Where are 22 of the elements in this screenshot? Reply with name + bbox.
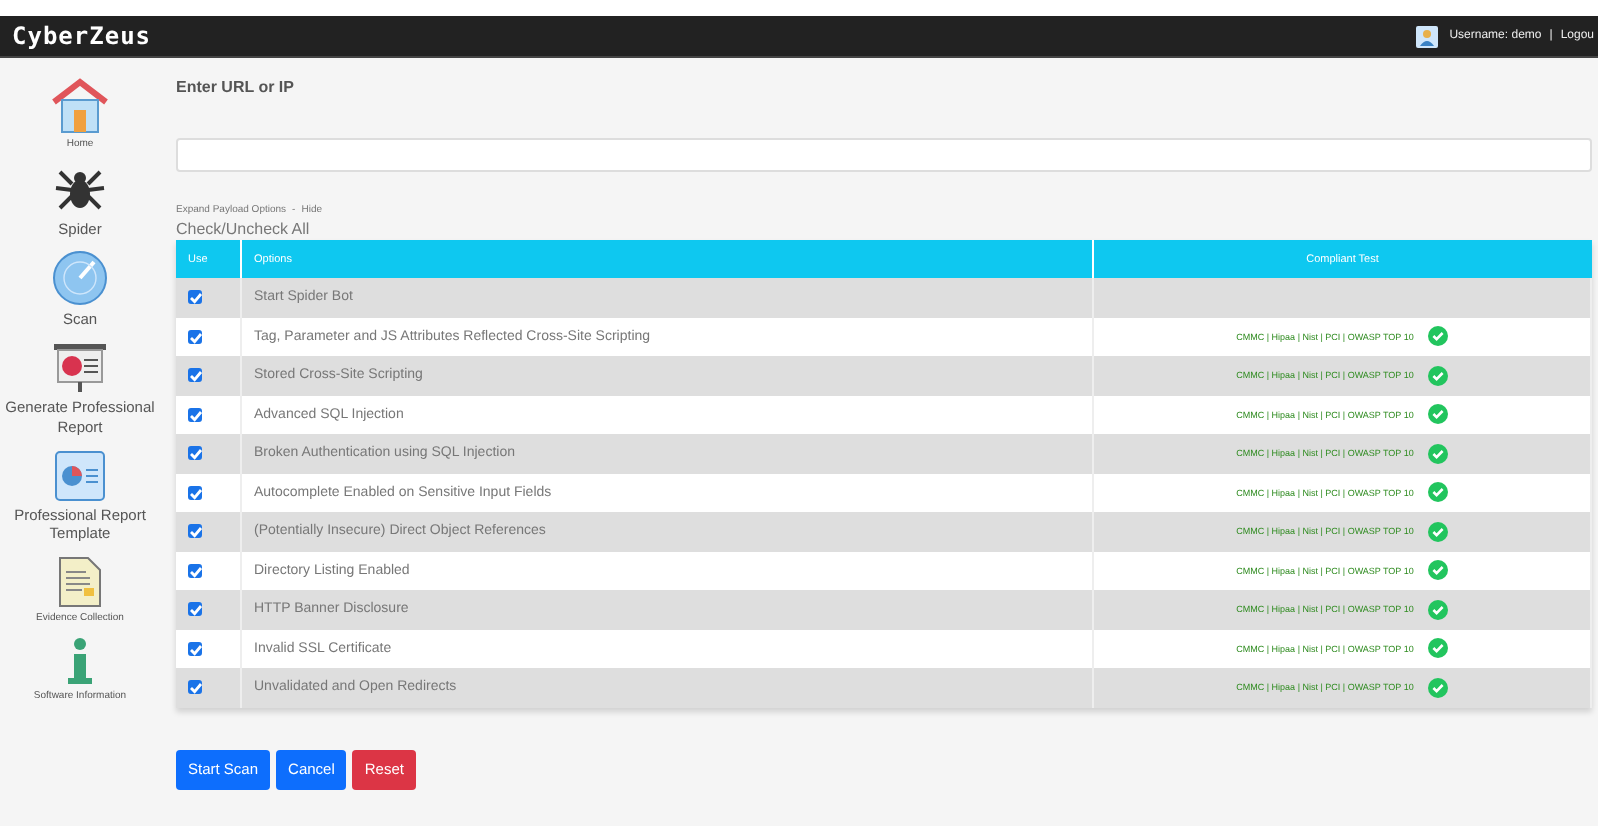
checkbox[interactable] bbox=[188, 641, 202, 656]
checkbox[interactable] bbox=[188, 290, 202, 305]
document-icon[interactable] bbox=[57, 556, 102, 608]
checkbox[interactable] bbox=[188, 446, 202, 461]
checkbox[interactable] bbox=[188, 368, 202, 383]
checkbox[interactable] bbox=[188, 602, 202, 617]
url-input-field[interactable] bbox=[176, 138, 1592, 172]
chart-document-icon[interactable] bbox=[54, 449, 106, 501]
checkbox[interactable] bbox=[188, 524, 202, 539]
logo: CyberZeus bbox=[12, 22, 152, 50]
url-label: Enter URL or IP bbox=[176, 78, 296, 96]
checkbox[interactable] bbox=[188, 407, 202, 422]
checkbox[interactable] bbox=[188, 329, 202, 344]
presentation-board-icon[interactable] bbox=[52, 342, 108, 394]
radar-icon[interactable] bbox=[52, 250, 108, 307]
check-all-link[interactable]: Check/Uncheck All bbox=[176, 220, 1592, 238]
checkbox[interactable] bbox=[188, 485, 202, 500]
checkbox[interactable] bbox=[188, 563, 202, 578]
house-icon[interactable] bbox=[50, 78, 110, 134]
checkbox[interactable] bbox=[188, 680, 202, 695]
info-icon[interactable] bbox=[65, 637, 94, 685]
user-avatar-icon bbox=[1415, 25, 1438, 47]
